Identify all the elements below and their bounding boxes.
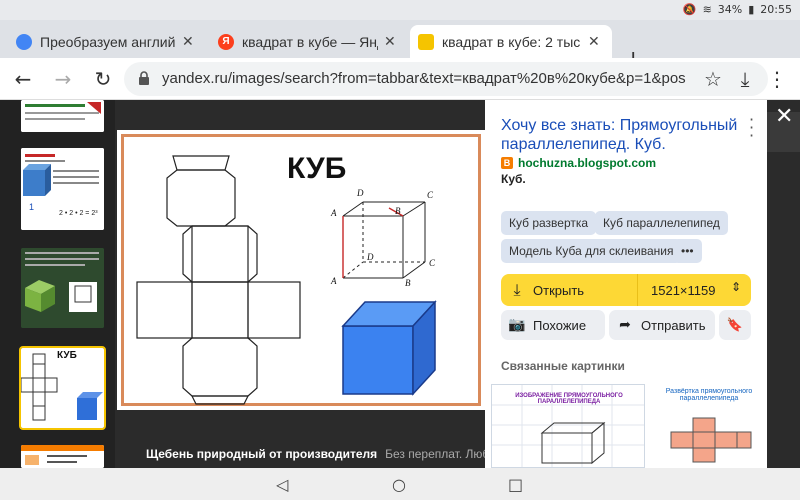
tab-yandex-images[interactable]: квадрат в кубе: 2 тыс и ✕ xyxy=(410,25,612,58)
close-tab-icon[interactable]: ✕ xyxy=(384,34,400,50)
tab-title: квадрат в кубе — Яндекс xyxy=(242,33,378,50)
related-title: Развёртка прямоугольного параллелепипеда xyxy=(665,388,753,402)
svg-text:B: B xyxy=(395,206,401,216)
yandex-icon: Я xyxy=(218,33,234,50)
ad-title: Щебень природный от производителя xyxy=(146,447,378,461)
open-label: Открыть xyxy=(533,282,585,298)
back-nav-icon[interactable]: ◁ xyxy=(276,475,288,494)
related-title: ИЗОБРАЖЕНИЕ ПРЯМОУГОЛЬНОГО ПАРАЛЛЕЛЕПИПЕ… xyxy=(515,393,623,405)
battery-icon: ▮ xyxy=(748,3,755,16)
reload-button[interactable]: ↻ xyxy=(90,66,116,92)
thumbnail-item[interactable] xyxy=(21,248,104,328)
thumbnail-item[interactable] xyxy=(21,100,104,132)
thumbnail-image: 1 xyxy=(21,148,104,230)
page-title-link[interactable]: Хочу все знать: Прямоугольный параллелеп… xyxy=(501,116,741,154)
size-select[interactable]: 1521×1159 xyxy=(651,283,715,298)
close-tab-icon[interactable]: ✕ xyxy=(182,34,198,50)
svg-text:B: B xyxy=(405,278,411,288)
chip-cube-model[interactable]: Модель Куба для склеивания xyxy=(501,239,682,263)
status-indicators: 🔕 ≋ 34% ▮ 20:55 xyxy=(683,3,792,16)
cube-net-illustration: КУБ A B C D A B C D xyxy=(136,152,437,405)
svg-text:D: D xyxy=(366,252,374,262)
google-translate-icon xyxy=(16,33,32,50)
open-image-button[interactable]: ⤓ Открыть 1521×1159 ⇕ xyxy=(501,274,751,306)
more-vert-icon[interactable]: ⋮ xyxy=(764,66,790,92)
yandex-images-icon xyxy=(418,33,434,50)
bookmark-icon: 🔖 xyxy=(726,317,744,333)
thumbnail-image xyxy=(21,445,104,468)
chip-cube-net[interactable]: Куб развертка xyxy=(501,211,597,235)
related-image[interactable]: Развёртка прямоугольного параллелепипеда xyxy=(649,384,767,468)
thumbnail-caption: 2 • 2 • 2 = 2³ xyxy=(59,210,98,217)
thumbnail-caption: КУБ xyxy=(57,350,77,361)
similar-button[interactable]: 📷 Похожие xyxy=(501,310,605,340)
forward-button[interactable]: → xyxy=(50,66,76,92)
thumbnail-item[interactable]: 1 2 • 2 • 2 = 2³ xyxy=(21,148,104,230)
url-text: yandex.ru/images/search?from=tabbar&text… xyxy=(162,70,686,87)
thumbnail-image xyxy=(21,100,104,132)
silent-icon: 🔕 xyxy=(682,3,697,16)
tab-translate[interactable]: Преобразуем английск ✕ xyxy=(8,25,206,58)
right-strip xyxy=(767,100,800,468)
battery-percent: 34% xyxy=(717,3,743,16)
updown-icon: ⇕ xyxy=(731,280,742,294)
blogger-icon: B xyxy=(501,157,513,169)
bookmark-button[interactable]: 🔖 xyxy=(719,310,751,340)
lock-icon xyxy=(139,71,149,85)
close-tab-icon[interactable]: ✕ xyxy=(588,34,604,50)
image-viewer: 1 2 • 2 • 2 = 2³ КУБ КУБ A B C D A B C D… xyxy=(0,100,800,468)
status-bar: 🔕 ≋ 34% ▮ 20:55 xyxy=(0,0,800,20)
related-image[interactable]: ИЗОБРАЖЕНИЕ ПРЯМОУГОЛЬНОГО ПАРАЛЛЕЛЕПИПЕ… xyxy=(491,384,645,468)
svg-text:A: A xyxy=(330,276,337,286)
divider xyxy=(637,274,638,306)
svg-text:D: D xyxy=(356,188,364,198)
tab-strip: Преобразуем английск ✕ Я квадрат в кубе … xyxy=(0,20,800,72)
tab-title: Преобразуем английск xyxy=(40,33,176,50)
cube-title: КУБ xyxy=(287,152,346,185)
download-icon: ⤓ xyxy=(513,280,521,299)
thumbnail-strip: 1 2 • 2 • 2 = 2³ КУБ xyxy=(0,100,115,468)
svg-text:C: C xyxy=(427,190,434,200)
camera-icon: 📷 xyxy=(508,317,526,333)
tab-yandex-search[interactable]: Я квадрат в кубе — Яндекс ✕ xyxy=(210,25,408,58)
star-icon[interactable]: ☆ xyxy=(700,66,726,92)
thumbnail-item-selected[interactable]: КУБ xyxy=(19,346,106,430)
share-button[interactable]: ➦ Отправить xyxy=(609,310,715,340)
chip-more[interactable]: ••• xyxy=(673,239,702,263)
share-arrow-icon: ➦ xyxy=(619,317,631,333)
image-description: Куб. xyxy=(501,172,526,186)
clock: 20:55 xyxy=(760,3,792,16)
tab-title: квадрат в кубе: 2 тыс и xyxy=(442,33,582,50)
wifi-icon: ≋ xyxy=(702,3,712,16)
ad-source-bar[interactable]: Щебень природный от производителя Без пе… xyxy=(138,440,503,468)
thumbnail-image xyxy=(21,248,104,328)
thumbnail-item[interactable] xyxy=(21,445,104,468)
address-bar[interactable]: yandex.ru/images/search?from=tabbar&text… xyxy=(124,62,768,96)
domain-text: hochuzna.blogspot.com xyxy=(518,156,656,170)
image-info-panel: Хочу все знать: Прямоугольный параллелеп… xyxy=(485,100,767,468)
chip-cube-parallelepiped[interactable]: Куб параллелепипед xyxy=(595,211,728,235)
close-panel-icon[interactable]: ✕ xyxy=(775,104,793,129)
home-nav-icon[interactable]: ○ xyxy=(392,475,406,494)
back-button[interactable]: ← xyxy=(10,66,36,92)
svg-text:A: A xyxy=(330,208,337,218)
main-image[interactable]: КУБ A B C D A B C D xyxy=(117,130,485,410)
svg-text:C: C xyxy=(429,258,436,268)
system-nav-bar: ◁ ○ □ xyxy=(0,468,800,500)
more-vert-icon[interactable]: · · · xyxy=(749,112,754,144)
browser-toolbar: ← → ↻ yandex.ru/images/search?from=tabba… xyxy=(0,58,800,100)
download-icon[interactable]: ⤓ xyxy=(732,66,758,92)
recents-nav-icon[interactable]: □ xyxy=(508,475,523,494)
related-heading: Связанные картинки xyxy=(501,359,625,373)
screen: 🔕 ≋ 34% ▮ 20:55 Преобразуем английск ✕ Я… xyxy=(0,0,800,500)
svg-text:1: 1 xyxy=(29,202,34,212)
source-domain[interactable]: B hochuzna.blogspot.com xyxy=(501,156,656,170)
